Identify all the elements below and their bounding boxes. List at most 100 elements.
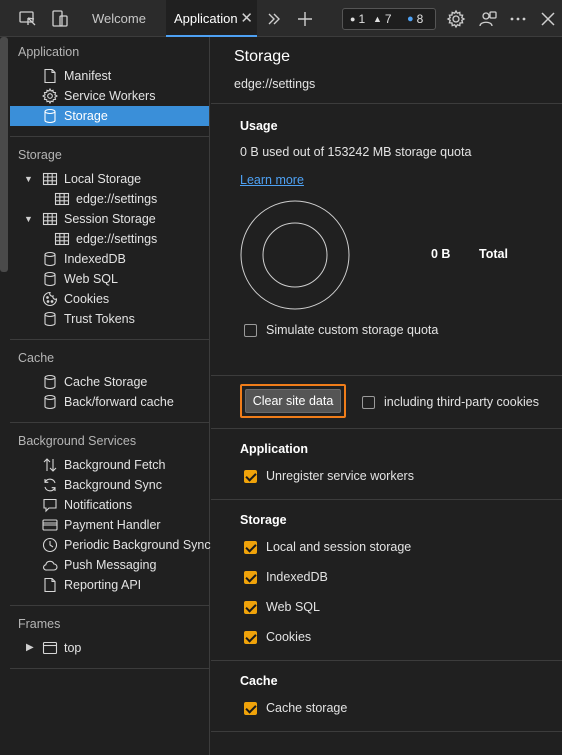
section-divider: [211, 428, 562, 429]
clear-site-data-button[interactable]: Clear site data: [245, 389, 341, 413]
total-usage-label: Total: [479, 247, 508, 261]
tab-label: Application: [174, 11, 238, 26]
expand-caret-icon[interactable]: ▼: [24, 169, 33, 189]
section-title-cache: Cache: [18, 351, 55, 365]
sidebar-item-periodic-background-sync[interactable]: Periodic Background Sync: [10, 535, 211, 555]
sidebar-item-storage[interactable]: Storage: [10, 106, 209, 126]
sidebar-item-cache-storage[interactable]: Cache Storage: [10, 372, 209, 392]
close-tab-icon[interactable]: ✕: [240, 0, 253, 37]
sidebar-item-trust-tokens[interactable]: Trust Tokens: [10, 309, 209, 329]
section-divider: [211, 731, 562, 732]
sidebar-item-session-storage-origin[interactable]: edge://settings: [10, 229, 209, 249]
issue-icon: ●: [407, 13, 414, 25]
credit-card-icon: [42, 517, 58, 533]
sidebar-item-background-fetch[interactable]: Background Fetch: [10, 455, 209, 475]
issues-counter[interactable]: ● 1 ▲ 7 ● 8: [342, 8, 436, 30]
usage-heading: Usage: [240, 119, 278, 133]
section-divider: [211, 103, 562, 104]
checkbox[interactable]: [244, 541, 257, 554]
sidebar-divider: [10, 339, 209, 340]
checkbox[interactable]: [244, 702, 257, 715]
sidebar-item-web-sql[interactable]: Web SQL: [10, 269, 209, 289]
tab-label: Welcome: [92, 11, 146, 26]
close-devtools-icon[interactable]: [538, 9, 558, 29]
sidebar-item-indexeddb[interactable]: IndexedDB: [10, 249, 209, 269]
checkbox[interactable]: [362, 396, 375, 409]
storage-heading: Storage: [240, 513, 287, 527]
cloud-icon: [42, 557, 58, 573]
page-title: Storage: [234, 48, 291, 65]
devtools-toolbar: Welcome Application ✕ ● 1 ▲ 7 ● 8: [0, 0, 562, 37]
sidebar-item-reporting-api[interactable]: Reporting API: [10, 575, 209, 595]
sidebar-item-payment-handler[interactable]: Payment Handler: [10, 515, 209, 535]
sidebar-item-notifications[interactable]: Notifications: [10, 495, 209, 515]
inspect-icon[interactable]: [18, 9, 38, 29]
checkbox[interactable]: [244, 601, 257, 614]
sidebar-item-cookies[interactable]: Cookies: [10, 289, 209, 309]
sidebar-scrollbar[interactable]: [0, 37, 8, 272]
warning-icon: ▲: [373, 14, 382, 24]
cookie-icon: [42, 291, 58, 307]
clock-icon: [42, 537, 58, 553]
sidebar-divider: [10, 668, 209, 669]
sidebar-item-back-forward-cache[interactable]: Back/forward cache: [10, 392, 209, 412]
sidebar-item-session-storage[interactable]: ▼ Session Storage: [10, 209, 209, 229]
cache-heading: Cache: [240, 674, 278, 688]
sidebar-item-frame-top[interactable]: ▶ top: [10, 638, 209, 658]
sidebar-item-local-storage[interactable]: ▼ Local Storage: [10, 169, 209, 189]
customize-icon[interactable]: [478, 9, 498, 29]
tab-welcome[interactable]: Welcome: [80, 0, 162, 37]
checkbox[interactable]: [244, 631, 257, 644]
database-icon: [42, 394, 58, 410]
comment-icon: [42, 497, 58, 513]
issues-badge: ● 8: [407, 12, 424, 26]
usage-summary: 0 B used out of 153242 MB storage quota: [240, 145, 472, 159]
database-icon: [42, 251, 58, 267]
settings-icon[interactable]: [446, 9, 466, 29]
document-icon: [42, 68, 58, 84]
section-divider: [211, 499, 562, 500]
clear-site-data-focus-ring: Clear site data: [240, 384, 346, 418]
sidebar-item-manifest[interactable]: Manifest: [10, 66, 209, 86]
section-title-storage: Storage: [18, 148, 62, 162]
section-title-frames: Frames: [18, 617, 61, 631]
section-divider: [211, 375, 562, 376]
device-emulation-icon[interactable]: [50, 9, 70, 29]
gear-icon: [42, 88, 58, 104]
sidebar-divider: [10, 136, 209, 137]
learn-more-link[interactable]: Learn more: [240, 173, 304, 187]
database-icon: [42, 374, 58, 390]
application-heading: Application: [240, 442, 309, 456]
sidebar-divider: [10, 422, 209, 423]
checkbox[interactable]: [244, 324, 257, 337]
sync-icon: [42, 477, 58, 493]
sidebar-item-background-sync[interactable]: Background Sync: [10, 475, 209, 495]
grid-icon: [42, 211, 58, 227]
more-tabs-icon[interactable]: [264, 9, 284, 29]
arrows-updown-icon: [42, 457, 58, 473]
section-title-background-services: Background Services: [18, 434, 137, 448]
usage-pie-chart: [240, 200, 350, 310]
sidebar-divider: [10, 605, 209, 606]
document-icon: [42, 577, 58, 593]
checkbox[interactable]: [244, 470, 257, 483]
error-icon: ●: [350, 14, 356, 24]
database-icon: [42, 311, 58, 327]
errors-badge: ● 1: [350, 12, 366, 26]
sidebar-item-service-workers[interactable]: Service Workers: [10, 86, 209, 106]
frame-icon: [42, 640, 58, 656]
sidebar-item-local-storage-origin[interactable]: edge://settings: [10, 189, 209, 209]
checkbox[interactable]: [244, 571, 257, 584]
database-icon: [42, 108, 58, 124]
expand-caret-icon[interactable]: ▶: [26, 638, 34, 658]
more-options-icon[interactable]: [508, 9, 528, 29]
expand-caret-icon[interactable]: ▼: [24, 209, 33, 229]
origin-label: edge://settings: [234, 77, 316, 91]
add-tab-icon[interactable]: [295, 9, 315, 29]
sidebar-item-push-messaging[interactable]: Push Messaging: [10, 555, 209, 575]
warnings-badge: ▲ 7: [373, 12, 392, 26]
grid-icon: [54, 191, 70, 207]
tab-application[interactable]: Application ✕: [166, 0, 257, 37]
total-usage-value: 0 B: [431, 247, 451, 261]
section-title-application: Application: [18, 45, 80, 59]
